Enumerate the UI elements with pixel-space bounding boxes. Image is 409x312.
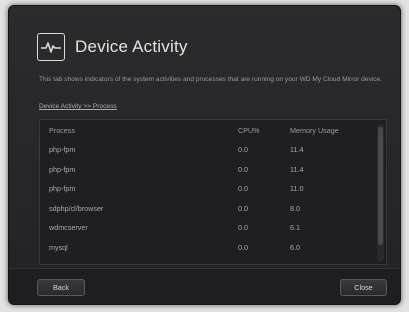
table-row: php-fpm 0.0 11.4: [40, 160, 376, 180]
process-name: php-fpm: [49, 145, 76, 155]
table-row: sdphp/cl/browser 0.0 8.0: [40, 199, 376, 219]
memory-value: 6.0: [290, 242, 300, 252]
table-row: wdmcserver 0.0 6.1: [40, 218, 376, 238]
process-name: sdphp/cl/browser: [49, 203, 104, 213]
table-row: php-fpm 0.0 11.4: [40, 140, 376, 160]
scrollbar-thumb[interactable]: [378, 127, 383, 245]
process-name: php-fpm: [49, 184, 76, 194]
screen: Device Activity This tab shows indicator…: [0, 0, 409, 312]
cpu-value: 0.0: [238, 164, 248, 174]
process-name: php-fpm: [49, 164, 76, 174]
back-button[interactable]: Back: [37, 279, 85, 296]
dialog-footer: Back Close: [9, 268, 400, 304]
cpu-value: 0.0: [238, 242, 248, 252]
dialog-header: Device Activity: [37, 32, 188, 62]
breadcrumb[interactable]: Device Activity >> Process: [39, 103, 117, 110]
cpu-value: 0.0: [238, 145, 248, 155]
table-row: php-fpm 0.0 11.0: [40, 179, 376, 199]
memory-value: 6.1: [290, 223, 300, 233]
table-header-row: Process CPU% Memory Usage: [40, 120, 376, 140]
process-table-panel: Process CPU% Memory Usage php-fpm 0.0 11…: [39, 119, 387, 265]
device-activity-dialog: Device Activity This tab shows indicator…: [8, 5, 401, 305]
cpu-value: 0.0: [238, 184, 248, 194]
activity-pulse-icon: [37, 33, 65, 61]
column-header-process[interactable]: Process: [40, 120, 229, 140]
column-header-cpu[interactable]: CPU%: [229, 120, 281, 140]
memory-value: 11.4: [290, 145, 304, 155]
cpu-value: 0.0: [238, 203, 248, 213]
process-name: mysql: [49, 242, 68, 252]
close-button[interactable]: Close: [340, 279, 387, 296]
table-row: mysql 0.0 6.0: [40, 238, 376, 258]
memory-value: 11.0: [290, 184, 304, 194]
memory-value: 11.4: [290, 164, 304, 174]
column-header-memory[interactable]: Memory Usage: [281, 120, 376, 140]
dialog-description: This tab shows indicators of the system …: [39, 76, 383, 83]
table-scrollbar[interactable]: [377, 124, 384, 262]
cpu-value: 0.0: [238, 223, 248, 233]
dialog-title: Device Activity: [75, 37, 188, 56]
process-table: Process CPU% Memory Usage php-fpm 0.0 11…: [40, 120, 376, 257]
process-name: wdmcserver: [49, 223, 88, 233]
memory-value: 8.0: [290, 203, 300, 213]
